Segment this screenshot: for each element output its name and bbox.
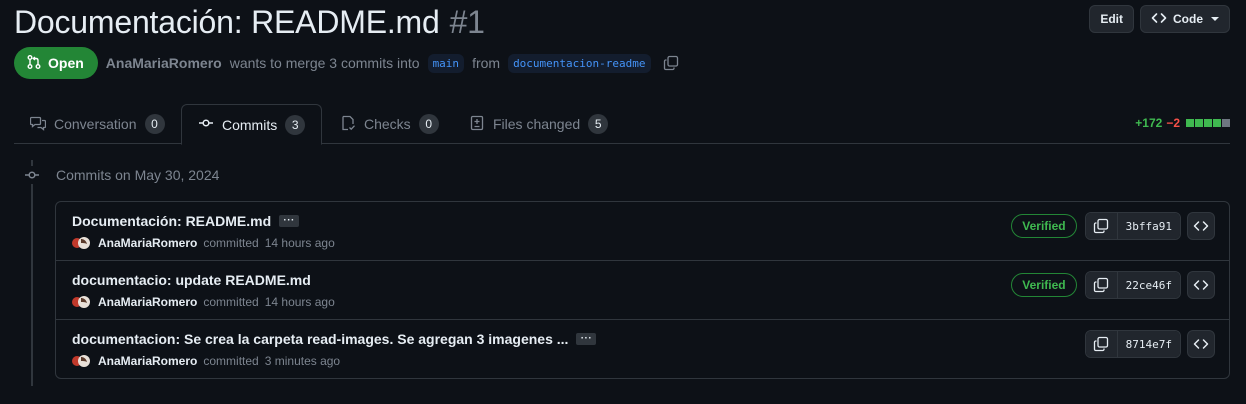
commit-message-link[interactable]: Documentación: README.md <box>72 213 271 229</box>
commit-list: Documentación: README.md ··· AnaMariaRom… <box>55 201 1230 379</box>
commit-sha-link[interactable]: 3bffa91 <box>1117 213 1180 239</box>
git-commit-icon <box>198 115 214 134</box>
expand-message-button[interactable]: ··· <box>576 333 597 345</box>
code-icon <box>1151 10 1167 29</box>
commit-action: committed <box>203 295 259 309</box>
diffstat-block <box>1195 119 1203 127</box>
status-badge-label: Open <box>48 55 84 71</box>
caret-down-icon <box>1211 17 1219 21</box>
file-diff-icon <box>469 115 485 134</box>
pr-title: Documentación: README.md #1 <box>14 4 485 41</box>
pr-meta: Open AnaMariaRomero wants to merge 3 com… <box>14 47 679 79</box>
tab-commits[interactable]: Commits 3 <box>181 104 323 145</box>
list-item: Documentación: README.md ··· AnaMariaRom… <box>56 202 1229 261</box>
base-branch[interactable]: main <box>427 53 465 73</box>
commit-message-link[interactable]: documentacion: Se crea la carpeta read-i… <box>72 331 568 347</box>
head-branch[interactable]: documentacion-readme <box>508 53 651 73</box>
diffstat-block <box>1186 119 1194 127</box>
git-commit-icon <box>22 166 42 184</box>
copy-sha-icon[interactable] <box>1085 331 1118 357</box>
comment-discussion-icon <box>29 115 47 134</box>
commit-time: 3 minutes ago <box>264 354 341 368</box>
commit-author-link[interactable]: AnaMariaRomero <box>98 295 197 309</box>
pr-author-link[interactable]: AnaMariaRomero <box>106 55 222 71</box>
tab-commits-count: 3 <box>285 114 306 135</box>
avatar[interactable] <box>72 295 92 309</box>
browse-code-icon[interactable] <box>1187 271 1215 299</box>
code-button[interactable]: Code <box>1140 5 1230 33</box>
commit-sha-link[interactable]: 22ce46f <box>1117 272 1180 298</box>
commit-author-link[interactable]: AnaMariaRomero <box>98 354 197 368</box>
avatar[interactable] <box>72 354 92 368</box>
commit-time: 14 hours ago <box>264 295 335 309</box>
commit-action: committed <box>203 236 259 250</box>
tab-files-changed-label: Files changed <box>493 116 581 132</box>
tab-commits-label: Commits <box>222 116 278 133</box>
list-item: documentacio: update README.md AnaMariaR… <box>56 261 1229 320</box>
commit-author-link[interactable]: AnaMariaRomero <box>98 236 197 250</box>
tab-checks-label: Checks <box>364 116 411 132</box>
tab-conversation-count: 0 <box>144 114 165 134</box>
tab-files-changed[interactable]: Files changed 5 <box>453 104 624 144</box>
browse-code-icon[interactable] <box>1187 212 1215 240</box>
diffstat-block <box>1204 119 1212 127</box>
commit-sha-link[interactable]: 8714e7f <box>1117 331 1180 357</box>
diffstat-additions: +172 <box>1135 116 1163 130</box>
commit-time: 14 hours ago <box>264 236 335 250</box>
commit-group-heading: Commits on May 30, 2024 <box>22 166 219 184</box>
pr-number: #1 <box>449 3 485 40</box>
tab-conversation-label: Conversation <box>54 116 137 132</box>
tab-conversation[interactable]: Conversation 0 <box>14 104 181 144</box>
pr-title-text: Documentación: README.md <box>14 3 440 40</box>
tab-checks[interactable]: Checks 0 <box>324 104 455 144</box>
verified-badge[interactable]: Verified <box>1011 214 1077 238</box>
checklist-icon <box>340 115 356 134</box>
diffstat-blocks <box>1186 119 1230 127</box>
timeline-line <box>31 160 33 386</box>
commit-action: committed <box>203 354 259 368</box>
tab-files-changed-count: 5 <box>588 114 609 134</box>
from-text: from <box>472 55 501 71</box>
merge-description: wants to merge 3 commits into <box>229 55 420 71</box>
edit-button[interactable]: Edit <box>1089 5 1134 33</box>
diffstat: +172 −2 <box>1135 116 1230 130</box>
list-item: documentacion: Se crea la carpeta read-i… <box>56 320 1229 378</box>
tab-checks-count: 0 <box>418 114 439 134</box>
browse-code-icon[interactable] <box>1187 330 1215 358</box>
status-badge: Open <box>14 47 98 79</box>
copy-branch-icon[interactable] <box>663 55 679 71</box>
git-pull-request-icon <box>26 54 42 73</box>
copy-sha-icon[interactable] <box>1085 213 1118 239</box>
pr-title-row: Documentación: README.md #1 <box>14 2 485 42</box>
pr-tabs: Conversation 0 Commits 3 Checks 0 Files … <box>14 104 1230 145</box>
verified-badge[interactable]: Verified <box>1011 273 1077 297</box>
diffstat-deletions: −2 <box>1166 116 1180 130</box>
diffstat-block <box>1213 119 1221 127</box>
expand-message-button[interactable]: ··· <box>279 215 300 227</box>
header-actions: Edit Code <box>1089 5 1230 33</box>
commit-message-link[interactable]: documentacio: update README.md <box>72 272 311 288</box>
code-button-label: Code <box>1173 12 1203 26</box>
avatar[interactable] <box>72 236 92 250</box>
diffstat-block <box>1222 119 1230 127</box>
copy-sha-icon[interactable] <box>1085 272 1118 298</box>
commit-group-date: Commits on May 30, 2024 <box>56 167 220 183</box>
